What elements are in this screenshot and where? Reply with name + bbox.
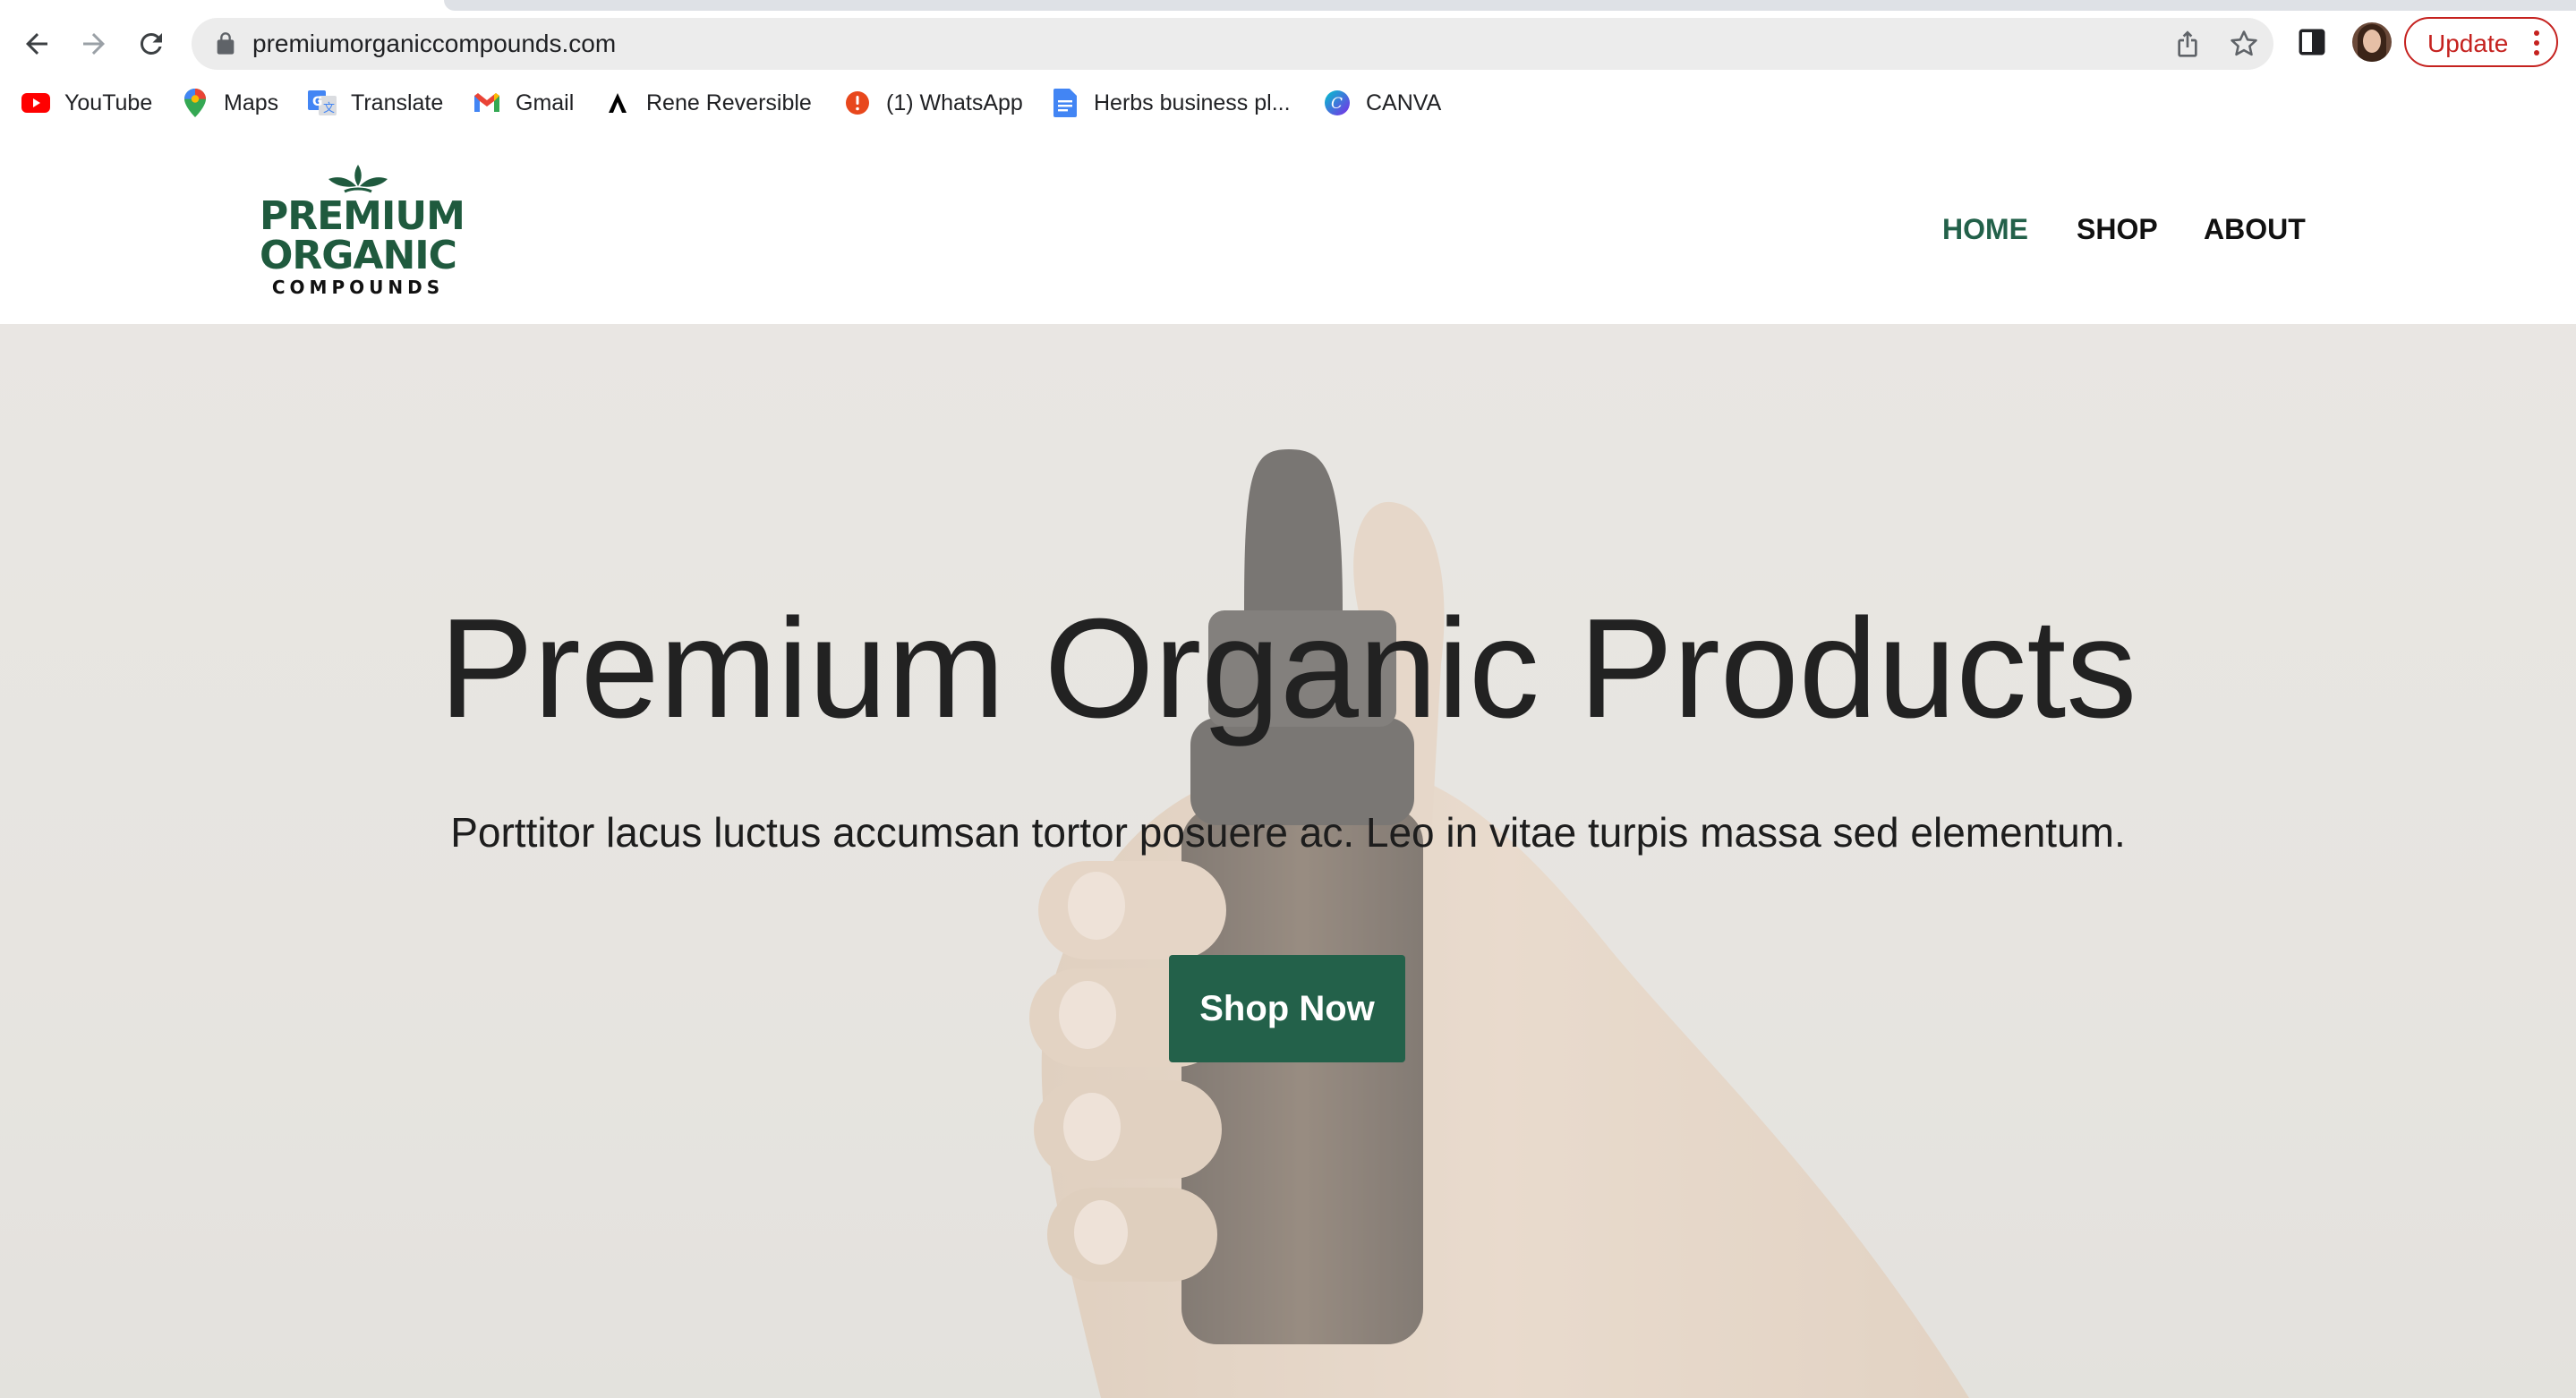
bookmark-label: Maps [224, 90, 279, 115]
bookmark-herbs-business[interactable]: Herbs business pl... [1051, 82, 1291, 124]
logo-line-3: COMPOUNDS [271, 277, 445, 298]
translate-icon: G文 [308, 89, 337, 117]
arrow-left-icon [26, 33, 47, 55]
rene-reversible-icon [603, 89, 632, 117]
main-navigation: HOME SHOP ABOUT [1942, 213, 2306, 249]
star-icon[interactable] [2229, 29, 2259, 59]
youtube-icon [21, 89, 50, 117]
update-label: Update [2427, 30, 2509, 57]
bookmark-label: CANVA [1366, 90, 1442, 115]
bookmarks-bar: YouTube Maps G文 Translate Gmail Rene Rev… [0, 82, 2576, 124]
hero-overlay [0, 324, 2576, 1398]
tab-strip [0, 0, 2576, 11]
bookmark-label: Translate [351, 90, 444, 115]
hero-section: Premium Organic Products Porttitor lacus… [0, 324, 2576, 1398]
tab-strip-background [444, 0, 2576, 11]
address-bar[interactable]: premiumorganiccompounds.com [192, 18, 2273, 70]
bookmark-label: Gmail [516, 90, 575, 115]
avatar-face [2363, 30, 2381, 53]
bookmark-canva[interactable]: C CANVA [1323, 82, 1441, 124]
gmail-icon [473, 89, 501, 117]
profile-avatar[interactable] [2352, 22, 2392, 62]
bookmark-rene-reversible[interactable]: Rene Reversible [603, 82, 812, 124]
bookmark-maps[interactable]: Maps [181, 82, 278, 124]
site-header: PREMIUM ORGANIC COMPOUNDS HOME SHOP ABOU… [0, 134, 2576, 324]
canva-icon: C [1323, 89, 1352, 117]
bookmark-youtube[interactable]: YouTube [21, 82, 152, 124]
arrow-right-icon [83, 33, 105, 55]
nav-shop[interactable]: SHOP [2077, 213, 2158, 246]
bookmark-translate[interactable]: G文 Translate [308, 82, 443, 124]
side-panel-icon[interactable] [2297, 27, 2327, 57]
svg-text:C: C [1331, 95, 1343, 113]
bookmark-label: Rene Reversible [646, 90, 812, 115]
lock-icon[interactable] [213, 31, 238, 56]
reload-button[interactable] [129, 21, 174, 66]
bookmark-label: YouTube [64, 90, 153, 115]
kebab-menu-icon[interactable] [2533, 30, 2540, 56]
forward-button[interactable] [72, 21, 116, 66]
hero-subtitle: Porttitor lacus luctus accumsan tortor p… [450, 809, 2126, 856]
url-text[interactable]: premiumorganiccompounds.com [252, 30, 616, 58]
svg-text:文: 文 [323, 102, 335, 115]
whatsapp-alert-icon [843, 89, 872, 117]
google-docs-icon [1051, 89, 1079, 117]
shop-now-button[interactable]: Shop Now [1169, 955, 1405, 1062]
back-button[interactable] [14, 21, 59, 66]
bookmark-label: Herbs business pl... [1094, 90, 1291, 115]
reload-icon [140, 32, 162, 55]
site-logo[interactable]: PREMIUM ORGANIC COMPOUNDS [260, 161, 465, 298]
leaf-icon [328, 165, 388, 193]
bookmark-gmail[interactable]: Gmail [473, 82, 574, 124]
bookmark-whatsapp[interactable]: (1) WhatsApp [843, 82, 1023, 124]
browser-chrome: premiumorganiccompounds.com Update YouTu… [0, 0, 2576, 136]
logo-line-2: ORGANIC [260, 233, 457, 278]
maps-icon [181, 89, 209, 117]
bookmark-label: (1) WhatsApp [886, 90, 1023, 115]
nav-home[interactable]: HOME [1942, 213, 2028, 246]
hero-title: Premium Organic Products [439, 590, 2137, 747]
svg-text:G: G [312, 95, 323, 109]
update-button[interactable]: Update [2404, 17, 2558, 67]
logo-line-1: PREMIUM [260, 193, 465, 239]
nav-about[interactable]: ABOUT [2204, 213, 2306, 246]
share-icon[interactable] [2173, 30, 2202, 58]
